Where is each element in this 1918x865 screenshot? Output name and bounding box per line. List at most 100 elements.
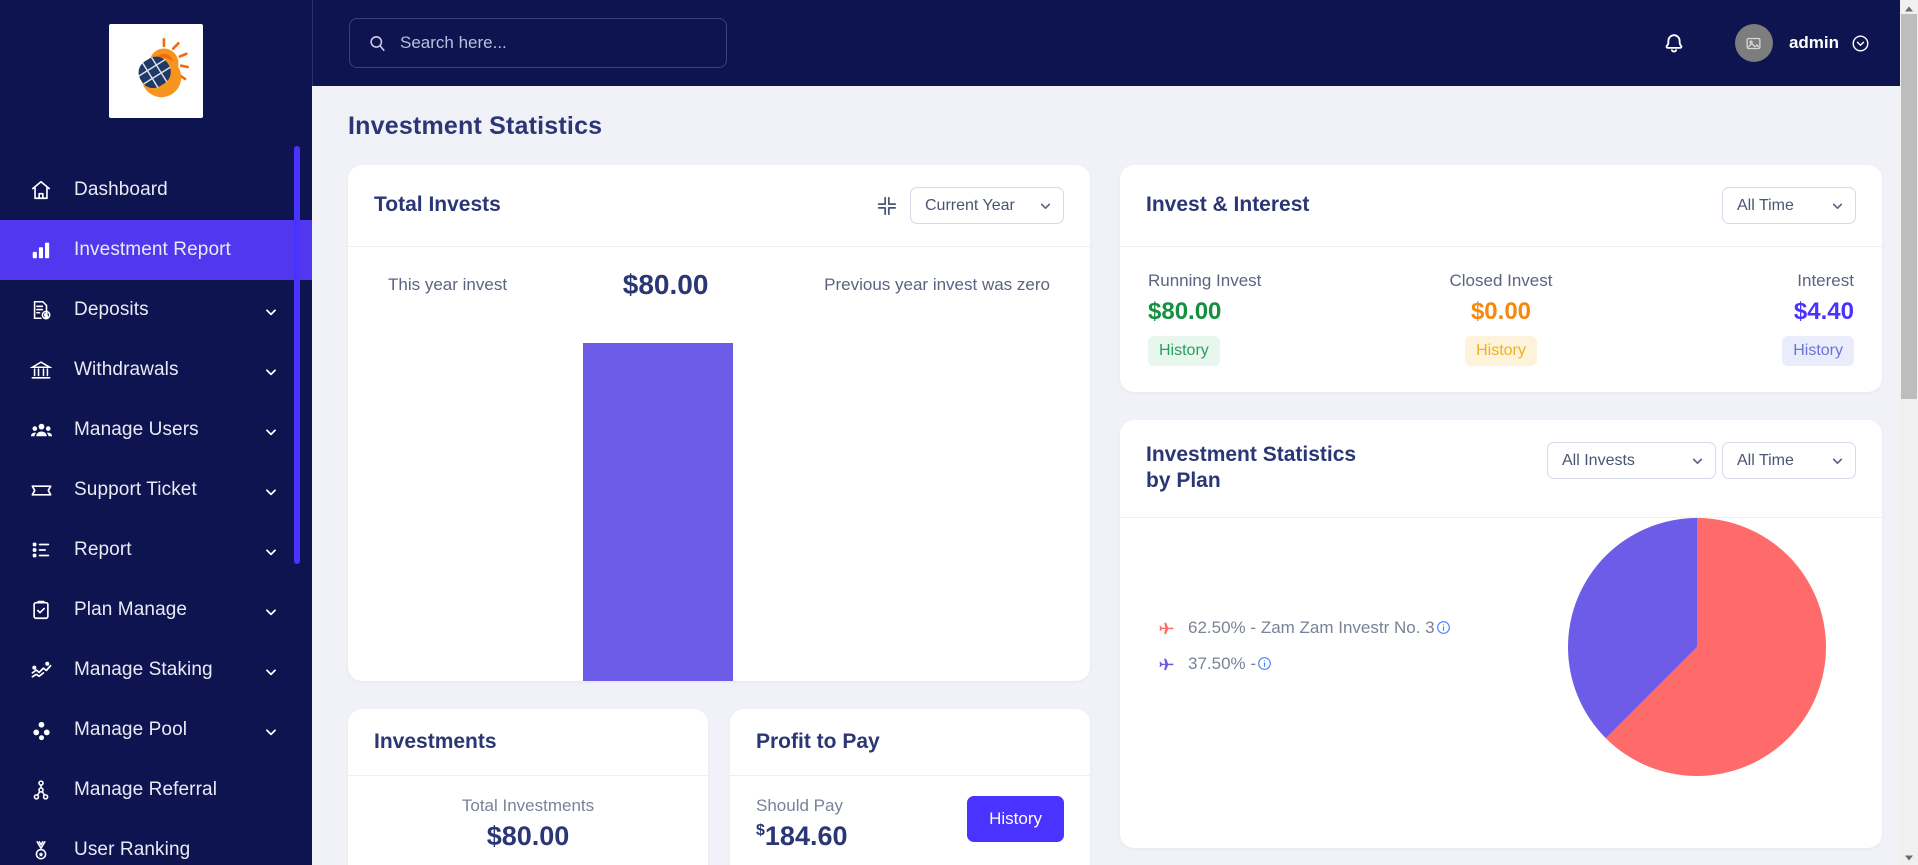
sidebar-item-user-ranking[interactable]: User Ranking xyxy=(0,820,312,865)
sidebar-item-label: Deposits xyxy=(74,299,149,320)
sidebar-item-plan-manage[interactable]: Plan Manage xyxy=(0,580,312,640)
plan-statistics-card: Investment Statistics by Plan All Invest… xyxy=(1120,420,1882,848)
this-year-invest-amount: $80.00 xyxy=(622,269,709,300)
sidebar-item-support-ticket[interactable]: Support Ticket xyxy=(0,460,312,520)
total-invests-period-wrap: Current Year Previous Year All Time xyxy=(910,187,1064,224)
card-header-controls: All Invests Running Invests Closed Inves… xyxy=(1547,442,1856,479)
plan-pie-chart[interactable] xyxy=(1568,517,1826,776)
sidebar-item-dashboard[interactable]: Dashboard xyxy=(0,160,312,220)
closed-invest-label: Closed Invest xyxy=(1449,271,1553,290)
search-input[interactable] xyxy=(400,33,690,53)
sidebar-item-manage-referral[interactable]: Manage Referral xyxy=(0,760,312,820)
browser-scrollbar[interactable] xyxy=(1900,0,1918,865)
should-pay-amount: 184.60 xyxy=(764,821,848,852)
list-icon xyxy=(30,539,60,561)
previous-year-note: Previous year invest was zero xyxy=(824,275,1050,294)
sidebar-item-manage-staking[interactable]: Manage Staking xyxy=(0,640,312,700)
total-invests-period-select[interactable]: Current Year Previous Year All Time xyxy=(910,187,1064,224)
solar-globe-logo-icon xyxy=(138,38,189,98)
app-logo[interactable] xyxy=(109,24,203,118)
running-invest-history-button[interactable]: History xyxy=(1148,336,1220,366)
total-invests-bar-chart xyxy=(348,343,1090,681)
profit-card-body: Should Pay $184.60 History xyxy=(730,776,1090,865)
plane-icon xyxy=(1156,618,1176,638)
pie-legend-item[interactable]: 37.50% - xyxy=(1156,654,1451,674)
compress-icon[interactable] xyxy=(876,195,898,217)
image-placeholder-icon xyxy=(1746,37,1761,49)
interest-label: Interest xyxy=(1797,271,1854,290)
invest-interest-period-wrap: All Time Today This Month This Year xyxy=(1722,187,1856,224)
sidebar-item-label: Manage Staking xyxy=(74,659,213,680)
main-area: admin Investment Statistics Total Invest… xyxy=(312,0,1918,865)
sidebar-item-label: Investment Report xyxy=(74,239,231,260)
plan-time-filter-select[interactable]: All Time Today This Month This Year xyxy=(1722,442,1856,479)
plan-invest-filter-select[interactable]: All Invests Running Invests Closed Inves… xyxy=(1547,442,1716,479)
username-label: admin xyxy=(1788,33,1839,52)
invest-interest-period-select[interactable]: All Time Today This Month This Year xyxy=(1722,187,1856,224)
topbar: admin xyxy=(312,0,1918,86)
legend-percent: 37.50% xyxy=(1188,653,1246,673)
plan-time-filter-wrap: All Time Today This Month This Year xyxy=(1722,442,1856,479)
sidebar: Dashboard Investment Report Deposits Wit… xyxy=(0,0,312,865)
scroll-down-arrow-icon[interactable] xyxy=(1903,851,1915,863)
scroll-up-arrow-icon[interactable] xyxy=(1903,2,1915,14)
investments-card: Investments Total Investments $80.00 xyxy=(348,709,708,865)
total-invests-body: This year invest $80.00 Previous year in… xyxy=(348,247,1090,681)
info-circle-icon[interactable] xyxy=(1257,656,1272,671)
card-header-controls: All Time Today This Month This Year xyxy=(1722,187,1856,224)
invest-interest-body: Running Invest $80.00 History Closed Inv… xyxy=(1120,247,1882,392)
sidebar-item-withdrawals[interactable]: Withdrawals xyxy=(0,340,312,400)
sidebar-item-label: Manage Users xyxy=(74,419,199,440)
closed-invest-history-button[interactable]: History xyxy=(1465,336,1537,366)
sidebar-item-report[interactable]: Report xyxy=(0,520,312,580)
content-area: Investment Statistics Total Invests Curr… xyxy=(312,86,1918,865)
bar-chart-icon xyxy=(30,239,60,261)
plan-statistics-header: Investment Statistics by Plan All Invest… xyxy=(1120,420,1882,518)
sidebar-item-label: Withdrawals xyxy=(74,359,179,380)
left-column: Total Invests Current Year Previous Year… xyxy=(348,165,1090,865)
profit-card-header: Profit to Pay xyxy=(730,709,1090,777)
sidebar-scrollbar-thumb[interactable] xyxy=(294,146,300,564)
card-title: Invest & Interest xyxy=(1146,193,1310,217)
page-title: Investment Statistics xyxy=(348,112,603,140)
legend-percent: 62.50% xyxy=(1188,617,1246,637)
sidebar-item-manage-users[interactable]: Manage Users xyxy=(0,400,312,460)
profit-history-button[interactable]: History xyxy=(967,796,1064,843)
pie-legend-item[interactable]: 62.50% - Zam Zam Investr No. 3 xyxy=(1156,618,1451,638)
legend-separator: - xyxy=(1250,653,1257,673)
waves-icon xyxy=(30,659,60,682)
sidebar-item-label: User Ranking xyxy=(74,839,191,860)
sidebar-item-label: Manage Referral xyxy=(74,779,218,800)
sidebar-item-manage-pool[interactable]: Manage Pool xyxy=(0,700,312,760)
bar-this-year-invest[interactable] xyxy=(583,343,733,681)
this-year-invest-label: This year invest xyxy=(388,275,508,294)
total-investments-stat: Total Investments $80.00 xyxy=(374,796,682,852)
bell-icon[interactable] xyxy=(1661,30,1687,56)
sidebar-nav: Dashboard Investment Report Deposits Wit… xyxy=(0,160,312,865)
should-pay-label: Should Pay xyxy=(756,796,843,816)
chevron-down-circle-icon[interactable] xyxy=(1851,34,1870,53)
medal-icon xyxy=(30,839,60,861)
pie-legend-label: 62.50% - Zam Zam Investr No. 3 xyxy=(1188,618,1451,638)
info-circle-icon[interactable] xyxy=(1436,620,1451,635)
should-pay-stat: Should Pay $184.60 xyxy=(756,796,848,852)
running-invest-stat: Running Invest $80.00 History xyxy=(1148,271,1383,366)
interest-history-button[interactable]: History xyxy=(1782,336,1854,366)
legend-plan-name: Zam Zam Investr No. 3 xyxy=(1260,617,1435,637)
avatar[interactable] xyxy=(1734,24,1773,62)
browser-scrollbar-thumb[interactable] xyxy=(1901,14,1917,399)
sidebar-item-deposits[interactable]: Deposits xyxy=(0,280,312,340)
chevron-down-icon xyxy=(264,423,278,437)
card-title: Investments xyxy=(374,730,497,753)
total-investments-value: $80.00 xyxy=(486,821,570,852)
invoice-dollar-icon xyxy=(30,299,60,321)
sidebar-item-investment-report[interactable]: Investment Report xyxy=(0,220,312,280)
bottom-cards-row: Investments Total Investments $80.00 Pro… xyxy=(348,709,1090,865)
cubes-icon xyxy=(30,719,60,742)
home-icon xyxy=(30,179,60,201)
interest-value: $4.40 xyxy=(1793,298,1854,325)
search-box[interactable] xyxy=(349,18,727,68)
chevron-down-icon xyxy=(264,603,278,617)
clipboard-check-icon xyxy=(30,599,60,621)
running-invest-value: $80.00 xyxy=(1148,298,1222,325)
